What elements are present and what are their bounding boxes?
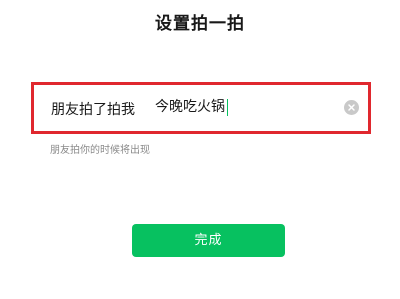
page-title: 设置拍一拍 bbox=[155, 14, 245, 34]
set-pat-screen: 设置拍一拍 朋友拍了拍我 今晚吃火锅 朋友拍你的时候将出现 完成 bbox=[0, 0, 400, 299]
input-prefix-label: 朋友拍了拍我 bbox=[51, 102, 135, 118]
hint-text: 朋友拍你的时候将出现 bbox=[50, 145, 150, 156]
done-button[interactable]: 完成 bbox=[132, 224, 285, 257]
pat-text-input[interactable]: 朋友拍了拍我 今晚吃火锅 bbox=[31, 82, 371, 134]
pat-text-value[interactable]: 今晚吃火锅 bbox=[155, 99, 228, 116]
clear-icon[interactable] bbox=[344, 100, 359, 115]
